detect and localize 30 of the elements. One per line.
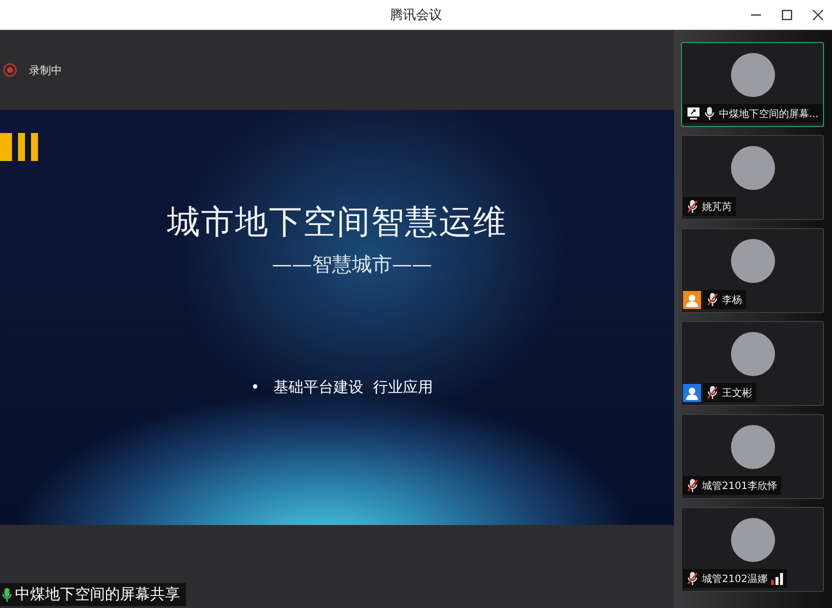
- participant-name: 中煤地下空间的屏幕...: [719, 108, 819, 120]
- avatar-placeholder: [730, 518, 774, 562]
- participant-tile[interactable]: 李杨: [681, 228, 824, 313]
- maximize-icon[interactable]: [781, 9, 793, 21]
- close-icon[interactable]: [812, 9, 824, 21]
- participant-tile[interactable]: 王文彬: [681, 321, 824, 406]
- speaker-name: 中煤地下空间的屏幕共享: [15, 585, 180, 604]
- slide-bars-icon: [0, 133, 38, 161]
- participant-name: 城管2101李欣怿: [702, 480, 778, 492]
- avatar-placeholder: [730, 425, 774, 469]
- avatar-placeholder: [730, 332, 774, 376]
- participant-name: 李杨: [722, 294, 742, 306]
- avatar-placeholder: [730, 146, 774, 190]
- slide-title: 城市地下空间智慧运维: [167, 201, 507, 243]
- participant-name: 城管2102温娜: [702, 572, 768, 586]
- recording-icon: [3, 63, 17, 77]
- slide-subtitle: ——智慧城市——: [272, 251, 432, 278]
- participant-tile[interactable]: 中煤地下空间的屏幕...: [681, 42, 824, 127]
- participant-tile[interactable]: 城管2102温娜: [681, 507, 824, 592]
- recording-label: 录制中: [29, 62, 62, 78]
- slide-bullet-text: 基础平台建设 行业应用: [274, 378, 434, 397]
- avatar-placeholder: [730, 239, 774, 283]
- mic-icon: [2, 586, 12, 602]
- avatar-placeholder: [730, 53, 774, 97]
- participant-name: 王文彬: [722, 386, 752, 400]
- bullet-icon: •: [250, 378, 260, 397]
- participant-tile[interactable]: 城管2101李欣怿: [681, 414, 824, 499]
- participant-name: 姚芃芮: [702, 200, 732, 214]
- window-title: 腾讯会议: [390, 6, 442, 24]
- participant-tile[interactable]: 姚芃芮: [681, 135, 824, 220]
